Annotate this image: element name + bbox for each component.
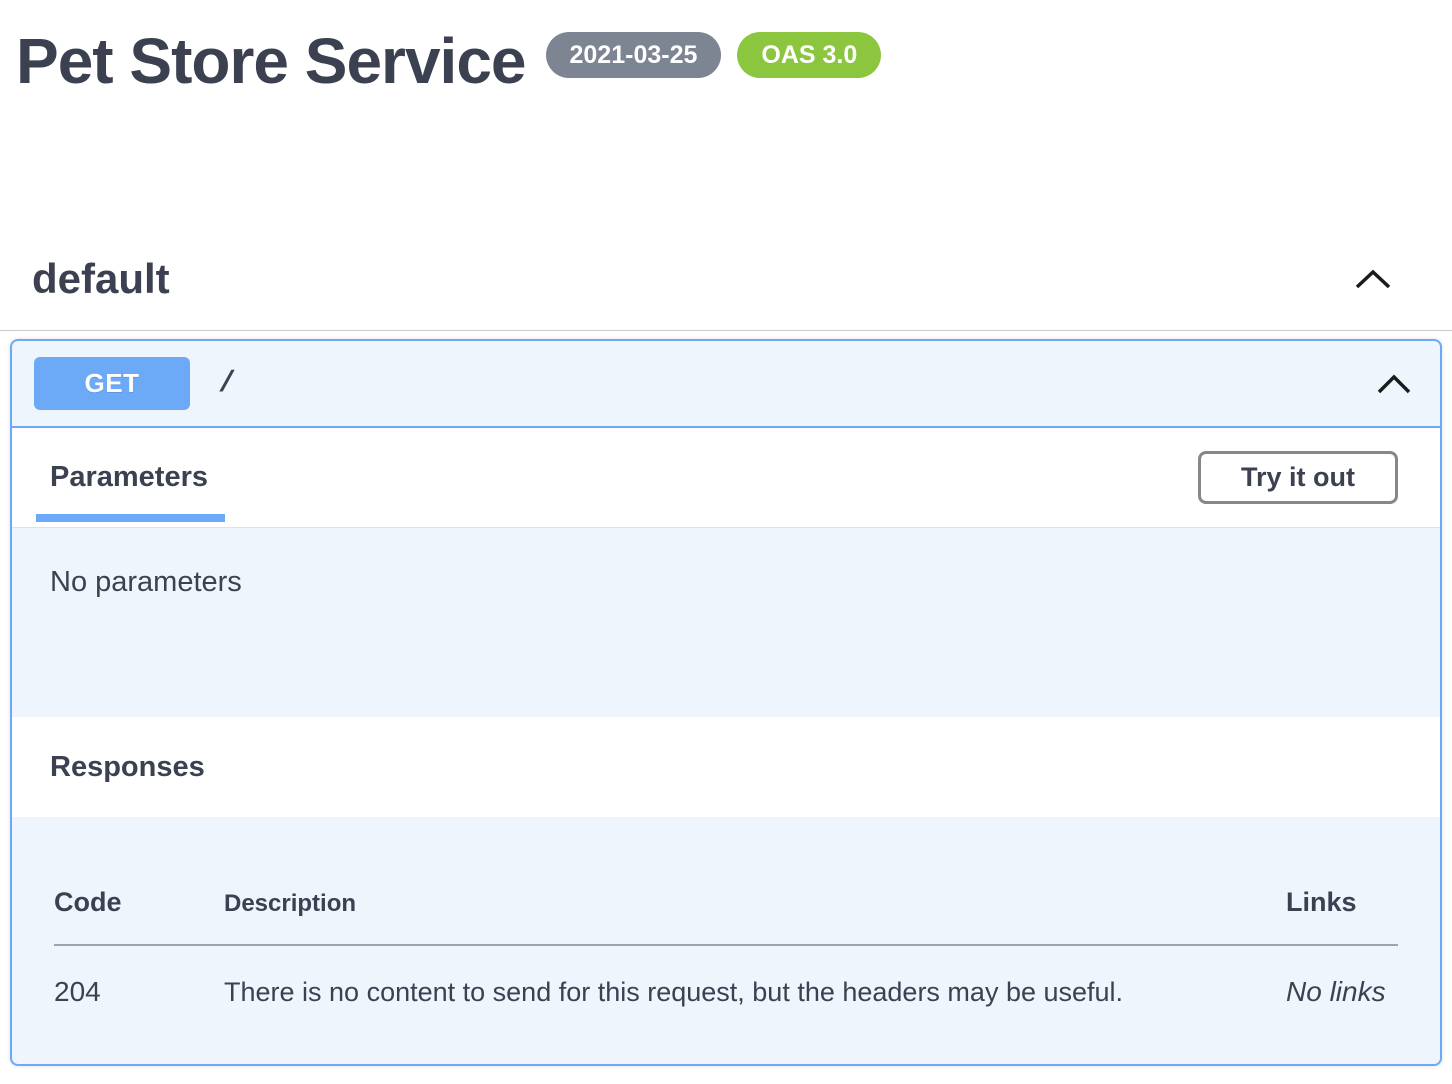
response-links: No links (1286, 976, 1398, 1008)
tab-parameters-label: Parameters (50, 461, 208, 494)
collapse-operation-button[interactable] (1372, 368, 1416, 400)
chevron-up-icon (1376, 372, 1412, 396)
responses-section-header: Responses (12, 717, 1440, 817)
responses-table-header: Code Description Links (54, 887, 1398, 946)
no-parameters-text: No parameters (50, 566, 1402, 599)
operation-summary[interactable]: GET / (12, 341, 1440, 428)
operation-tab-header: Parameters Try it out (12, 428, 1440, 528)
tab-parameters[interactable]: Parameters (50, 428, 208, 527)
response-code: 204 (54, 976, 224, 1008)
operation-block-get: GET / Parameters Try it out No parameter… (10, 339, 1442, 1066)
col-header-links: Links (1286, 887, 1398, 918)
response-row: 204 There is no content to send for this… (54, 946, 1398, 1008)
version-badge: 2021-03-25 (546, 32, 722, 78)
tag-title: default (32, 255, 170, 303)
api-info-header: Pet Store Service 2021-03-25 OAS 3.0 (0, 0, 1452, 96)
http-method-badge: GET (34, 357, 190, 410)
responses-table: Code Description Links 204 There is no c… (12, 817, 1440, 1064)
tag-section-header[interactable]: default (0, 228, 1452, 331)
col-header-code: Code (54, 887, 224, 918)
chevron-up-icon (1354, 267, 1392, 291)
operation-path: / (218, 367, 236, 401)
try-it-out-button[interactable]: Try it out (1198, 451, 1398, 504)
page-title: Pet Store Service (16, 26, 526, 96)
col-header-description: Description (224, 887, 1286, 918)
badge-group: 2021-03-25 OAS 3.0 (546, 32, 882, 78)
response-description: There is no content to send for this req… (224, 976, 1286, 1008)
parameters-section: No parameters (12, 528, 1440, 717)
collapse-tag-button[interactable] (1350, 263, 1396, 295)
oas-badge: OAS 3.0 (737, 32, 881, 78)
responses-title: Responses (50, 751, 205, 784)
